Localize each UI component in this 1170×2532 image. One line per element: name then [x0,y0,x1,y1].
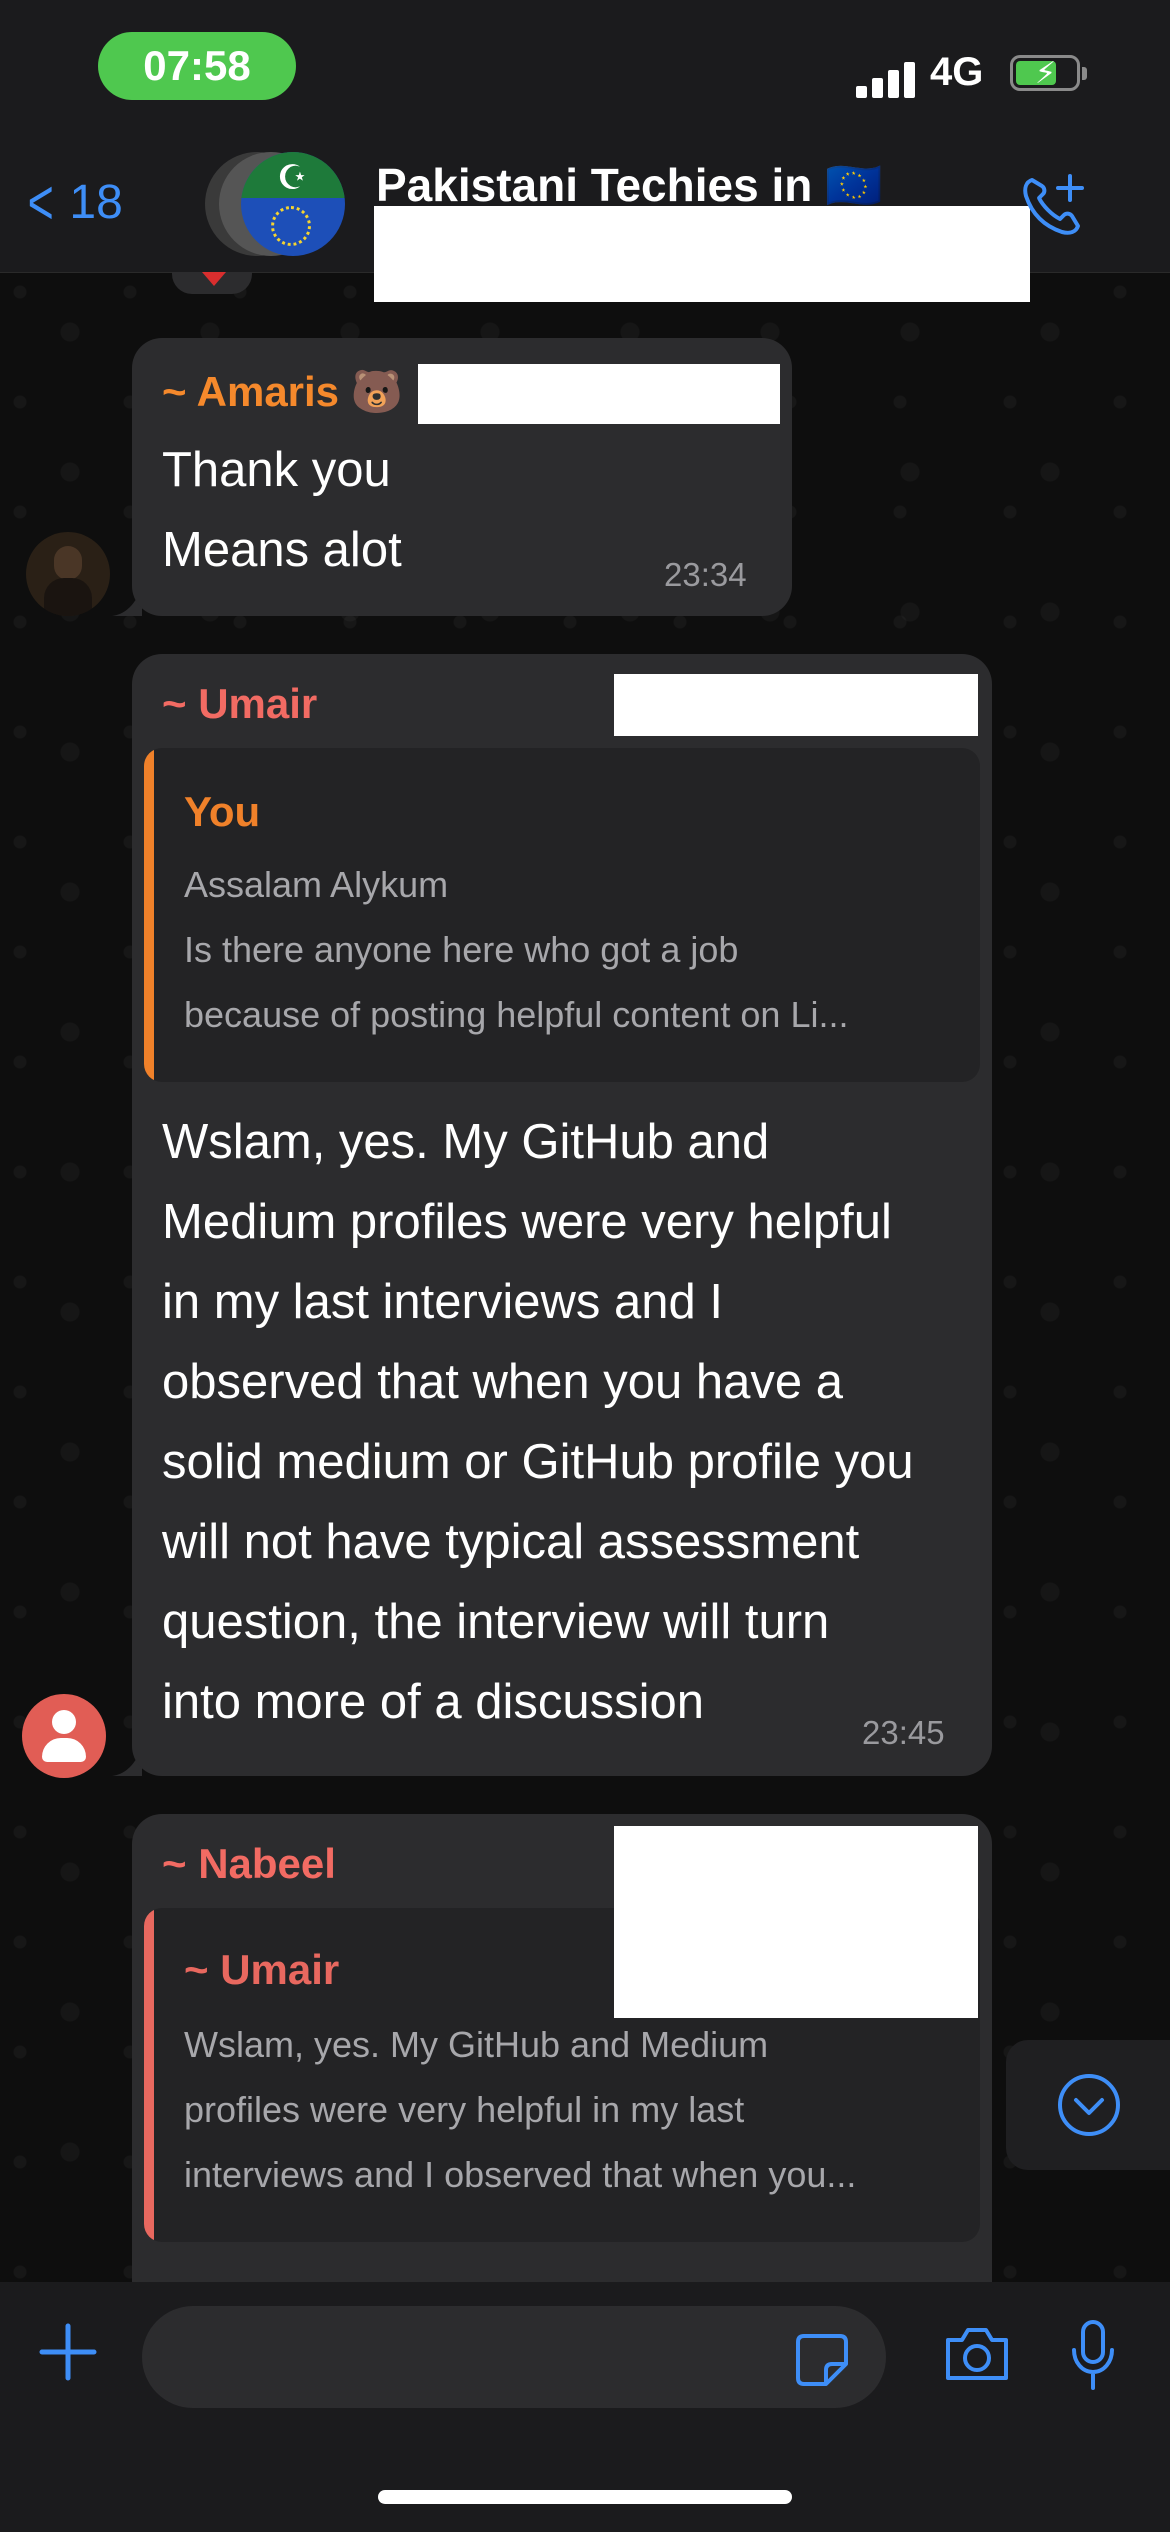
chat-header: < 18 ☪ Pakistani Techies in 🇪🇺 [0,130,1170,302]
message-sender: ~ Nabeel [162,1840,336,1887]
phone-plus-icon[interactable] [1018,170,1088,240]
quoted-line: Is there anyone here who got a job [184,929,739,970]
message-time: 23:45 [862,1714,945,1751]
unread-count: 18 [69,175,123,229]
redacted-phone [614,1826,978,2018]
quoted-sender: ~ Umair [184,1946,340,1993]
message-bubble[interactable]: ~ Umair You Assalam Alykum Is there anyo… [132,654,992,1776]
message-sender: ~ Umair [162,680,318,727]
chevron-down-circle-icon [1058,2074,1120,2136]
quoted-line: Wslam, yes. My GitHub and Medium [184,2024,769,2065]
plus-icon[interactable] [38,2322,98,2382]
status-bar: 07:58 4G ⚡ [0,0,1170,130]
redacted-subtitle [374,206,1030,302]
message-input[interactable] [142,2306,886,2408]
group-avatar[interactable]: ☪ [205,152,355,262]
message-bubble[interactable]: ~ Nabeel ~ Umair Wslam, yes. My GitHub a… [132,1814,992,2314]
sticker-icon[interactable] [794,2332,850,2388]
quoted-line: interviews and I observed that when you.… [184,2154,857,2195]
message-sender: ~ Amaris 🐻 [162,368,404,415]
avatar[interactable] [26,532,110,616]
message-text: Wslam, yes. My GitHub and Medium profile… [162,1115,914,1729]
status-time: 07:58 [98,32,296,100]
microphone-icon[interactable] [1068,2318,1118,2392]
chevron-left-icon: < [27,166,54,238]
home-indicator[interactable] [378,2490,792,2504]
message-bubble[interactable]: ~ Amaris 🐻 Thank you Means alot 23:34 [132,338,792,616]
redacted-phone [614,674,978,736]
message-text: Thank you Means alot [162,443,402,577]
quoted-line: profiles were very helpful in my last [184,2089,745,2130]
network-label: 4G [930,50,984,94]
message-time: 23:34 [664,556,747,593]
reaction-chip [172,272,252,294]
scroll-to-bottom-button[interactable] [1006,2040,1170,2170]
redacted-phone [418,364,780,424]
quoted-sender: You [184,788,261,835]
battery-icon: ⚡ [1010,55,1087,91]
back-button[interactable]: < 18 [22,170,123,234]
camera-icon[interactable] [942,2324,1012,2384]
avatar[interactable] [22,1694,106,1778]
quoted-line: Assalam Alykum [184,864,449,905]
quoted-line: because of posting helpful content on Li… [184,994,849,1035]
message-composer [0,2282,1170,2532]
quoted-message[interactable]: You Assalam Alykum Is there anyone here … [144,748,980,1082]
group-title[interactable]: Pakistani Techies in 🇪🇺 [376,158,882,213]
signal-icon [856,60,916,98]
